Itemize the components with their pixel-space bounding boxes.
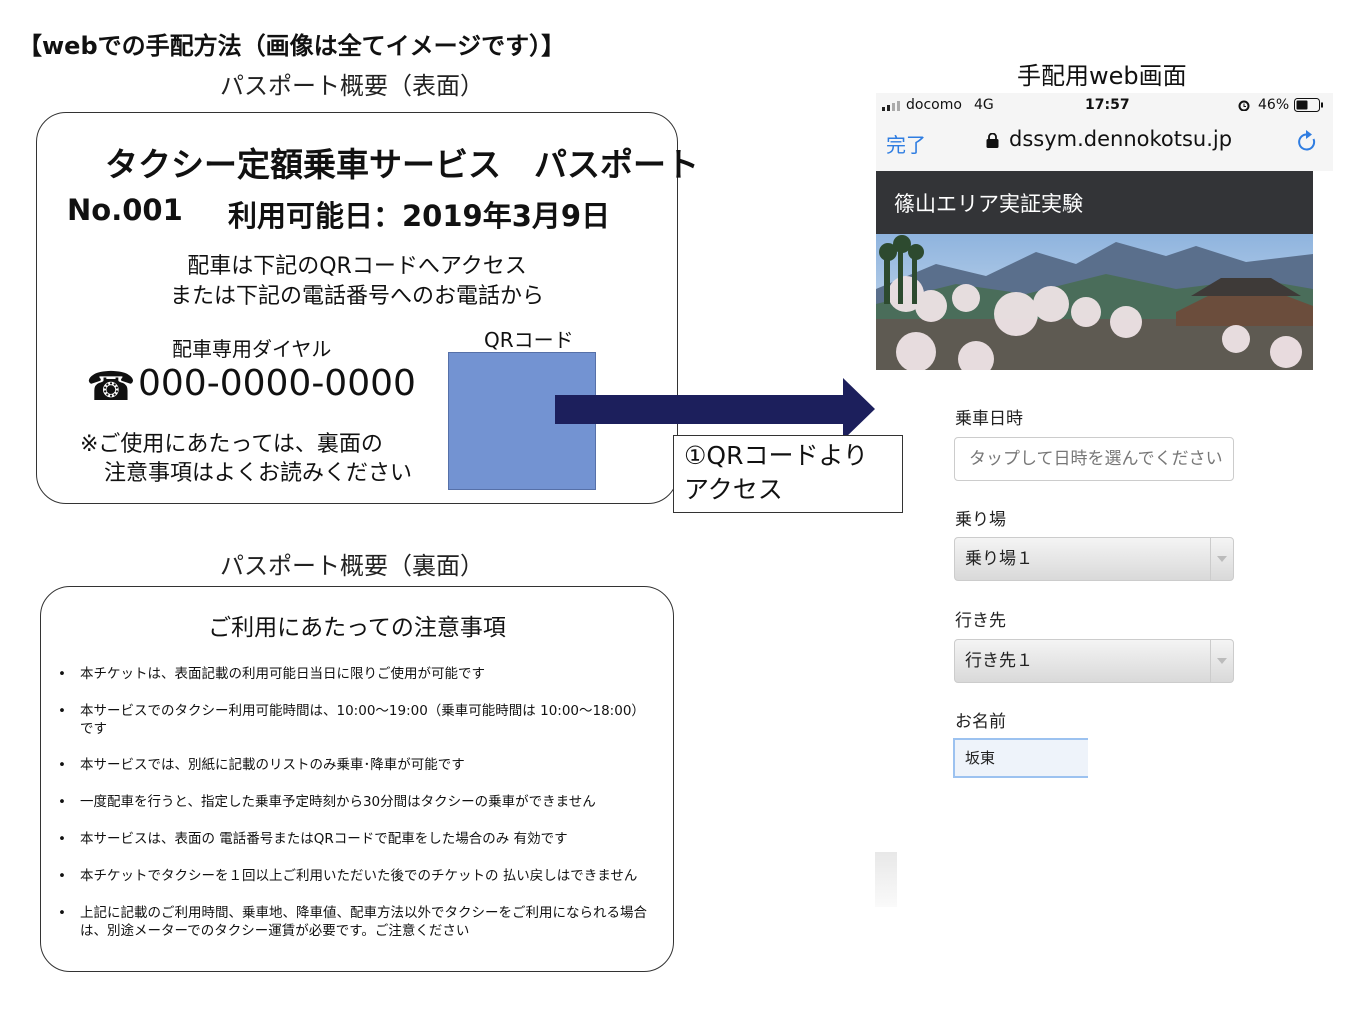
datetime-label: 乗車日時 [955,409,1023,429]
callout-qr-access: ①QRコードより アクセス [673,435,903,513]
list-item: 本チケットでタクシーを１回以上ご利用いただいた後でのチケットの 払い戻しはできま… [58,867,658,885]
destination-label: 行き先 [955,611,1006,631]
list-item: 本サービスでは、別紙に記載のリストのみ乗車･降車が可能です [58,756,658,774]
list-item: 本サービスは、表面の 電話番号またはQRコードで配車をした場合のみ 有効です [58,830,658,848]
app-title: 篠山エリア実証実験 [894,192,1083,216]
passport-date: 利用可能日：2019年3月9日 [228,199,611,233]
signal-icon [882,101,900,111]
access-line-1: 配車は下記のQRコードへアクセス [187,254,527,279]
name-label: お名前 [955,712,1006,732]
status-bar: docomo 4G 17:57 46% [876,93,1333,117]
pickup-label: 乗り場 [955,510,1006,530]
chevron-down-icon [1210,538,1233,580]
list-item: 一度配車を行うと、指定した乗車予定時刻から30分間はタクシーの乗車ができません [58,793,658,811]
callout-line-2: アクセス [684,475,783,504]
arrow-right-icon [555,378,875,440]
datetime-input[interactable]: タップして日時を選んでください [954,437,1234,481]
status-time: 17:57 [1085,97,1130,113]
hero-photo [876,234,1313,370]
back-section-title: パスポート概要（裏面） [220,552,484,580]
page-heading: 【webでの手配方法（画像は全てイメージです）】 [18,32,566,60]
done-button[interactable]: 完了 [886,129,926,158]
passport-title: タクシー定額乗車サービス パスポート [105,145,699,184]
destination-select-value: 行き先１ [965,651,1033,671]
url-text[interactable]: dssym.dennokotsu.jp [1009,127,1232,151]
telephone-icon: ☎ [86,364,136,410]
list-item: 本チケットは、表面記載の利用可能日当日に限りご使用が可能です [58,665,658,683]
chevron-down-icon [1210,640,1233,682]
usage-note: ※ご使用にあたっては、裏面の 注意事項はよくお読みください [80,430,412,488]
pickup-select-value: 乗り場１ [965,549,1033,569]
pickup-select[interactable]: 乗り場１ [954,537,1234,581]
name-input[interactable]: 坂東 [953,738,1088,778]
lock-icon [986,133,999,148]
front-section-title: パスポート概要（表面） [220,72,484,100]
usage-note-line-1: ※ご使用にあたっては、裏面の [80,432,383,457]
cropped-screen-fragment [875,852,897,907]
dial-label: 配車専用ダイヤル [172,337,332,361]
reload-icon[interactable] [1296,129,1318,153]
notes-heading: ご利用にあたっての注意事項 [208,615,506,641]
network-type: 4G [974,97,994,113]
list-item: 上記に記載のご利用時間、乗車地、降車値、配車方法以外でタクシーをご利用になられる… [58,904,658,940]
passport-number: No.001 [67,193,183,227]
list-item: 本サービスでのタクシー利用可能時間は、10:00～19:00（乗車可能時間は 1… [58,702,658,738]
battery-percent: 46% [1258,97,1290,113]
notes-list: 本チケットは、表面記載の利用可能日当日に限りご使用が可能です 本サービスでのタク… [58,665,658,958]
callout-line-1: ①QRコードより [684,441,868,470]
carrier-name: docomo [906,97,962,113]
qr-label: QRコード [484,328,574,352]
phone-number: 000-0000-0000 [138,363,416,404]
battery-icon [1294,98,1323,112]
destination-select[interactable]: 行き先１ [954,639,1234,683]
usage-note-line-2: 注意事項はよくお読みください [104,461,413,486]
screen-section-title: 手配用web画面 [1017,62,1187,90]
alarm-icon [1238,100,1250,111]
access-line-2: または下記の電話番号へのお電話から [169,284,544,309]
